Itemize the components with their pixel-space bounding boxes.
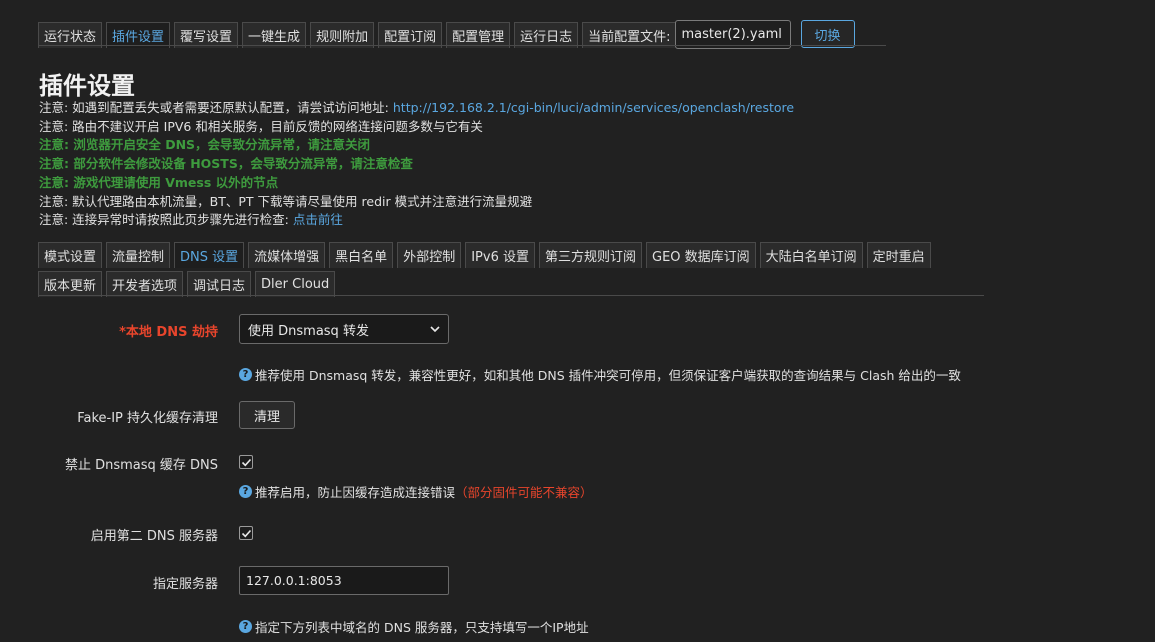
tab-version-update[interactable]: 版本更新 <box>38 271 103 297</box>
help-icon: ? <box>239 620 252 633</box>
specify-server-help: ? 指定下方列表中域名的 DNS 服务器，只支持填写一个IP地址 <box>239 617 589 636</box>
help-icon: ? <box>239 368 252 381</box>
tab-streaming[interactable]: 流媒体增强 <box>248 242 326 268</box>
clear-cache-button[interactable]: 清理 <box>239 401 296 429</box>
local-dns-hijack-value: 使用 Dnsmasq 转发 <box>248 323 369 339</box>
tab-china-whitelist[interactable]: 大陆白名单订阅 <box>759 242 863 268</box>
notice-ipv6: 注意: 路由不建议开启 IPV6 和相关服务，目前反馈的网络连接问题多数与它有关 <box>39 118 483 134</box>
notice-redir: 注意: 默认代理路由本机流量，BT、PT 下载等请尽量使用 redir 模式并注… <box>39 193 533 209</box>
specify-server-input[interactable]: 127.0.0.1:8053 <box>239 566 449 595</box>
notice-text: 注意: 如遇到配置丢失或者需要还原默认配置，请尝试访问地址: <box>39 100 393 115</box>
tab-scheduled-restart[interactable]: 定时重启 <box>866 242 931 268</box>
local-dns-hijack-help: ? 推荐使用 Dnsmasq 转发，兼容性更好，如和其他 DNS 插件冲突可停用… <box>239 365 961 384</box>
top-tab-divider <box>38 45 886 46</box>
tab-dler-cloud[interactable]: Dler Cloud <box>255 271 336 297</box>
notice-text: 注意: 连接异常时请按照此页步骤先进行检查: <box>39 212 293 228</box>
tab-developer-options[interactable]: 开发者选项 <box>106 271 184 297</box>
sub-tab-divider <box>38 295 984 296</box>
check-icon <box>241 458 251 466</box>
help-text: 推荐启用，防止因缓存造成连接错误 <box>255 485 456 500</box>
second-dns-checkbox[interactable] <box>239 526 253 540</box>
help-text: 推荐使用 Dnsmasq 转发，兼容性更好，如和其他 DNS 插件冲突可停用，但… <box>255 368 961 383</box>
help-text: 指定下方列表中域名的 DNS 服务器，只支持填写一个IP地址 <box>255 620 589 635</box>
fakeip-cache-label: Fake-IP 持久化缓存清理 <box>77 411 218 426</box>
sub-tab-bar-row2: 版本更新 开发者选项 调试日志 Dler Cloud <box>38 271 339 297</box>
tab-geo-database[interactable]: GEO 数据库订阅 <box>646 242 756 268</box>
notice-list: 注意: 如遇到配置丢失或者需要还原默认配置，请尝试访问地址: http://19… <box>39 99 794 230</box>
local-dns-hijack-select[interactable]: 使用 Dnsmasq 转发 <box>239 314 449 344</box>
disable-dnsmasq-cache-checkbox[interactable] <box>239 455 253 469</box>
local-dns-hijack-label: *本地 DNS 劫持 <box>119 325 218 340</box>
disable-dnsmasq-cache-help: ? 推荐启用，防止因缓存造成连接错误 （部分固件可能不兼容） <box>239 482 593 501</box>
go-check-link[interactable]: 点击前往 <box>293 212 343 227</box>
compat-warning: （部分固件可能不兼容） <box>455 485 593 500</box>
tab-ipv6-settings[interactable]: IPv6 设置 <box>465 242 535 268</box>
tab-third-party-rules[interactable]: 第三方规则订阅 <box>538 242 642 268</box>
tab-black-white-list[interactable]: 黑白名单 <box>329 242 394 268</box>
specify-server-label: 指定服务器 <box>152 577 218 592</box>
notice-game-proxy: 注意: 游戏代理请使用 Vmess 以外的节点 <box>39 174 279 190</box>
check-icon <box>241 529 251 537</box>
notice-check: 注意: 连接异常时请按照此页步骤先进行检查: 点击前往 <box>39 211 794 230</box>
page-title: 插件设置 <box>39 72 135 100</box>
notice-restore: 注意: 如遇到配置丢失或者需要还原默认配置，请尝试访问地址: http://19… <box>39 99 794 118</box>
tab-dns-settings[interactable]: DNS 设置 <box>174 242 245 268</box>
notice-hosts: 注意: 部分软件会修改设备 HOSTS，会导致分流异常，请注意检查 <box>39 156 413 172</box>
config-file-value: master(2).yaml <box>681 26 782 42</box>
notice-secure-dns: 注意: 浏览器开启安全 DNS，会导致分流异常，请注意关闭 <box>39 137 371 153</box>
tab-debug-log[interactable]: 调试日志 <box>187 271 252 297</box>
sub-tab-bar-row1: 模式设置 流量控制 DNS 设置 流媒体增强 黑白名单 外部控制 IPv6 设置… <box>38 242 935 268</box>
tab-external-control[interactable]: 外部控制 <box>397 242 462 268</box>
disable-dnsmasq-cache-label: 禁止 Dnsmasq 缓存 DNS <box>64 458 218 473</box>
tab-mode-settings[interactable]: 模式设置 <box>38 242 103 268</box>
second-dns-label: 启用第二 DNS 服务器 <box>90 529 218 544</box>
restore-link[interactable]: http://192.168.2.1/cgi-bin/luci/admin/se… <box>393 100 794 115</box>
help-icon: ? <box>239 485 252 498</box>
chevron-down-icon <box>430 326 440 333</box>
tab-traffic-control[interactable]: 流量控制 <box>106 242 171 268</box>
switch-button[interactable]: 切换 <box>800 20 855 48</box>
top-tab-bar: 运行状态 插件设置 覆写设置 一键生成 规则附加 配置订阅 配置管理 运行日志 … <box>38 19 861 49</box>
